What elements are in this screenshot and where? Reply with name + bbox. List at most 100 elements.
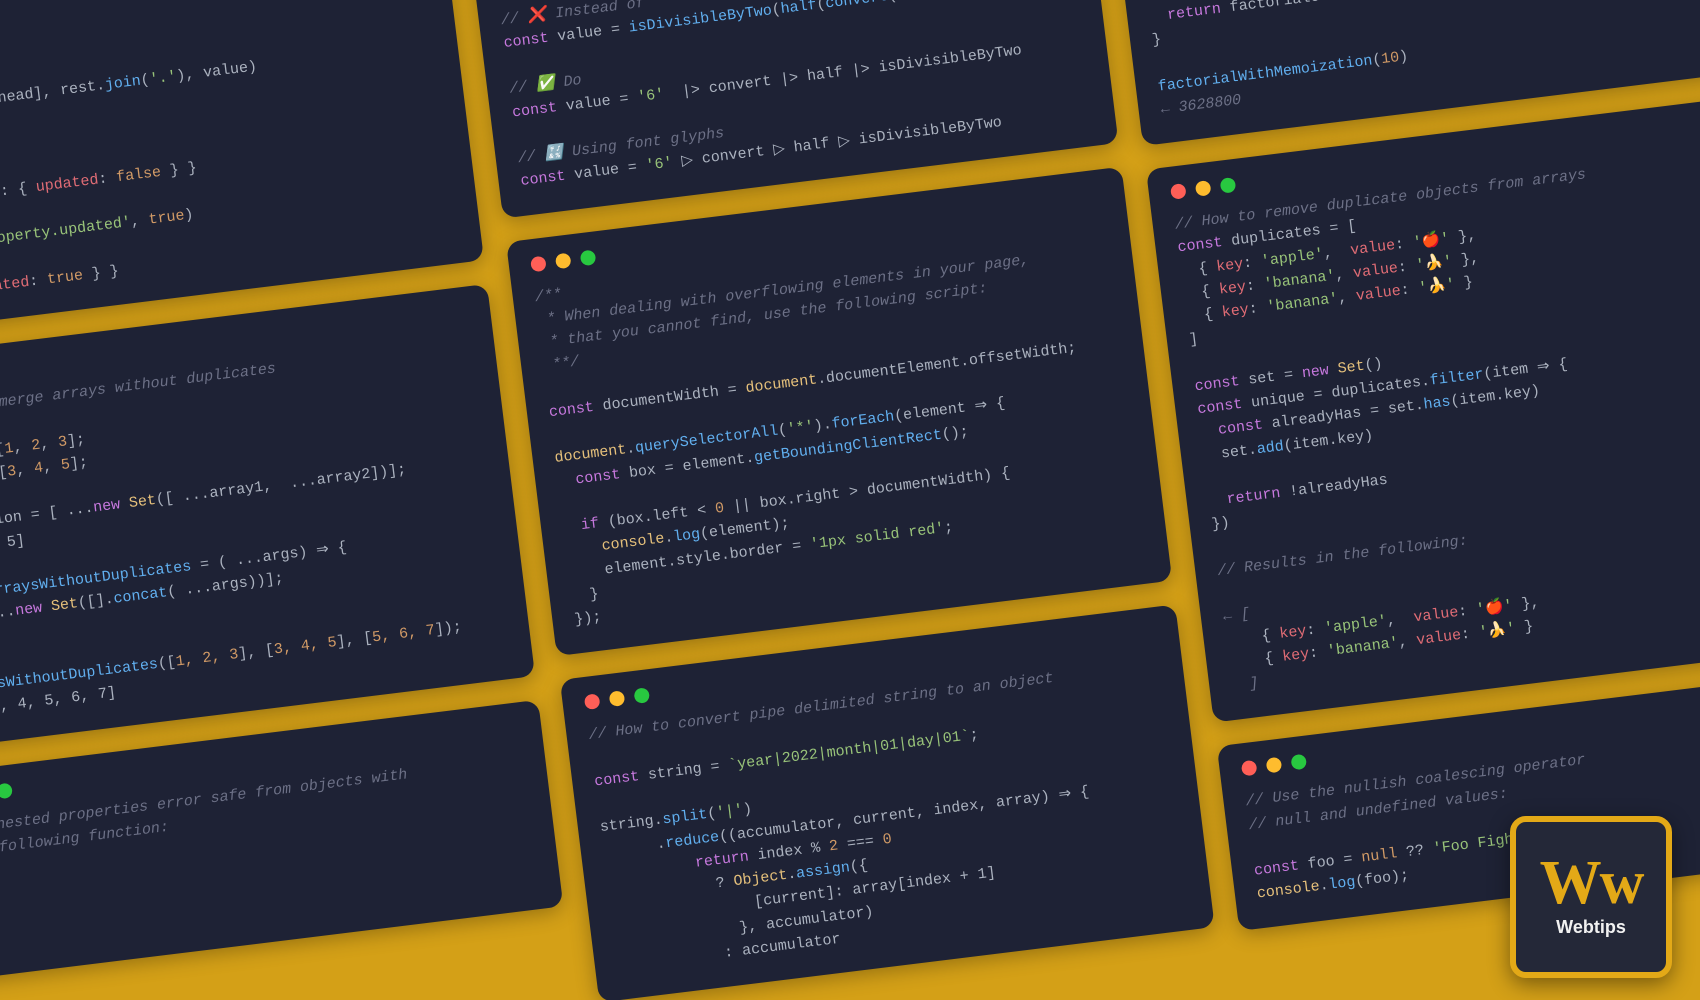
maximize-icon[interactable] <box>0 782 13 799</box>
code: set = <box>1238 365 1303 390</box>
code: , <box>1386 609 1415 629</box>
code: value = <box>556 89 638 116</box>
code: (element ⇒ { <box>893 395 1006 425</box>
code: const <box>520 168 567 190</box>
code: , <box>12 437 32 456</box>
code: key <box>1221 301 1250 321</box>
code: } <box>571 585 600 605</box>
code: split <box>662 806 709 828</box>
card-nested-get-property: Get nested properties error safe from ob… <box>0 699 563 982</box>
code: string = <box>638 757 729 785</box>
code: const <box>1199 417 1264 442</box>
code: ({ <box>849 857 869 876</box>
code: { <box>1225 625 1281 648</box>
code: , <box>130 212 150 231</box>
close-icon[interactable] <box>1241 760 1258 777</box>
code: const <box>1197 396 1244 418</box>
code: log <box>672 526 701 546</box>
code: 2, 3, 4, 5] <box>0 532 26 562</box>
code: }) <box>1211 514 1231 533</box>
code: '*' <box>786 418 815 438</box>
code: } <box>1514 618 1534 637</box>
code: value = <box>547 19 629 46</box>
maximize-icon[interactable] <box>1220 177 1237 194</box>
code: '🍎' <box>1412 230 1450 251</box>
code: const <box>1177 234 1224 256</box>
code: ([ ...array1, ...array2])]; <box>155 461 407 509</box>
code: key <box>1281 645 1310 665</box>
code: { <box>1228 649 1284 672</box>
code: 'property.updated' <box>0 214 132 251</box>
code: : <box>1394 234 1414 253</box>
code: Set <box>128 492 157 512</box>
code: convert <box>824 0 889 12</box>
code: ▷ convert ▷ half ▷ isDivisibleByTwo <box>672 114 1003 171</box>
code: }, <box>1448 227 1477 247</box>
code: null <box>1360 845 1398 866</box>
code: , <box>42 457 62 476</box>
code: 10 <box>1380 49 1400 68</box>
column-1: following function to update nested prop… <box>0 0 576 1000</box>
close-icon[interactable] <box>1170 183 1187 200</box>
code: { <box>1185 305 1223 326</box>
code: join <box>104 72 142 93</box>
code: const <box>1253 857 1300 879</box>
code: .documentElement.offsetWidth; <box>816 339 1077 388</box>
code: }, <box>1512 594 1541 614</box>
code: value = <box>564 158 646 185</box>
code: (obj[head], rest. <box>0 77 106 113</box>
minimize-icon[interactable] <box>1266 757 1283 774</box>
code: log <box>1328 874 1357 894</box>
code: Object <box>733 867 789 890</box>
column-2: // Use the pipe operator to // ❌ Instead… <box>470 0 1216 1000</box>
code: updated <box>0 273 30 298</box>
code: const <box>548 399 595 421</box>
close-icon[interactable] <box>530 255 547 272</box>
code: '🍌' <box>1415 253 1453 274</box>
code: : <box>1400 280 1420 299</box>
code: return <box>1148 0 1222 26</box>
minimize-icon[interactable] <box>609 691 626 708</box>
minimize-icon[interactable] <box>555 252 572 269</box>
code: true <box>46 267 84 288</box>
code: new <box>92 497 121 517</box>
code: console <box>1256 878 1321 903</box>
code: !alreadyHas <box>1279 472 1388 502</box>
code: (item ⇒ { <box>1482 356 1568 383</box>
code: '|' <box>715 802 744 822</box>
code: has <box>1423 394 1452 414</box>
code: (); <box>941 423 970 443</box>
code: }, <box>1451 250 1480 270</box>
code: const <box>557 466 622 491</box>
code: string. <box>599 812 664 837</box>
code: const <box>503 29 550 51</box>
code: : <box>1308 643 1328 662</box>
code: const <box>1194 373 1241 395</box>
code: if <box>562 515 600 536</box>
maximize-icon[interactable] <box>1290 754 1307 771</box>
code: , <box>39 434 59 453</box>
code: 1, 2, 3 <box>175 646 240 671</box>
code: document <box>745 371 819 397</box>
code: assign <box>795 859 851 882</box>
code: : <box>1245 276 1265 295</box>
code: ] <box>1188 331 1199 349</box>
webtips-logo[interactable]: Ww Webtips <box>1510 816 1672 978</box>
code: 'banana' <box>1326 634 1400 660</box>
code: { <box>1180 258 1218 279</box>
code: ) <box>183 206 194 224</box>
code: 1, 2, 3, 4, 5, 6, 7] <box>0 684 117 723</box>
maximize-icon[interactable] <box>580 249 597 266</box>
code: key <box>1218 278 1247 298</box>
code: '1px solid red' <box>809 520 945 553</box>
minimize-icon[interactable] <box>1195 180 1212 197</box>
code: add <box>1256 438 1285 458</box>
close-icon[interactable] <box>584 694 601 711</box>
code: ; <box>943 518 954 536</box>
code: key <box>1278 622 1307 642</box>
tilted-grid: following function to update nested prop… <box>0 0 1700 1000</box>
code: 0 <box>882 831 893 849</box>
code: : <box>1248 299 1268 318</box>
code: , <box>1323 242 1352 262</box>
maximize-icon[interactable] <box>633 687 650 704</box>
